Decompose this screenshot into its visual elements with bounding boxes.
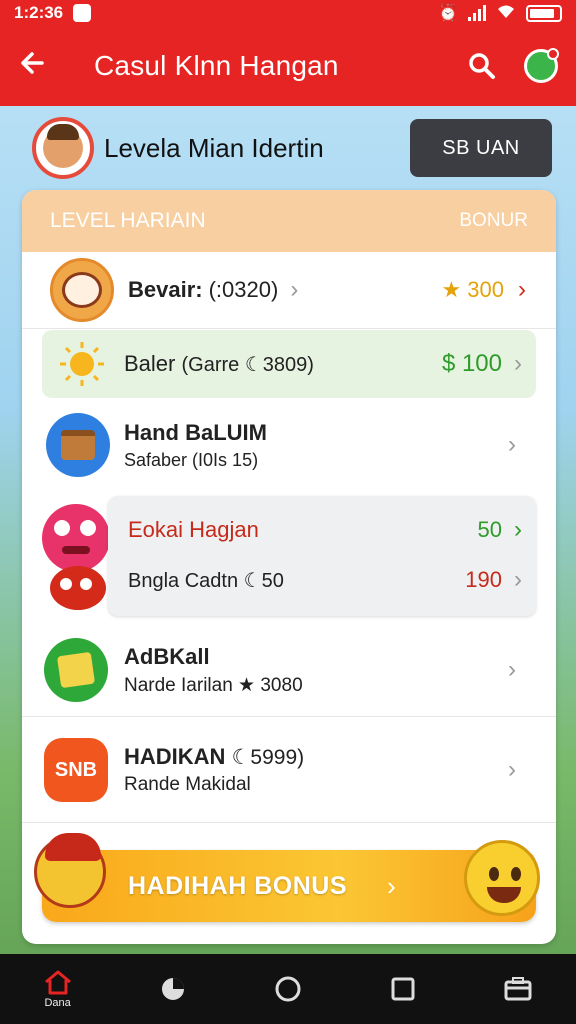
item-value: $ 100	[441, 350, 502, 377]
page-title: Casul Klnn Hangan	[94, 50, 339, 81]
chevron-right-icon: ›	[514, 566, 522, 593]
arrow-left-icon	[21, 52, 44, 74]
item-value: 50	[477, 517, 502, 542]
nav-recent[interactable]	[363, 959, 443, 1019]
chevron-right-icon: ›	[508, 656, 516, 683]
search-button[interactable]	[462, 46, 502, 86]
card-header-title: LEVEL HARIAIN	[50, 209, 206, 232]
notification-icon	[73, 4, 92, 22]
list-item[interactable]: Baler (Garre ☾3809) $ 100 ›	[42, 330, 536, 398]
item-title: Hand BaLUIM	[124, 419, 267, 445]
box-icon	[46, 413, 110, 477]
profile-name: Levela Mian Idertin	[104, 132, 324, 163]
item-title: Bevair:	[128, 277, 203, 302]
item-value: 190	[465, 567, 502, 592]
item-subtitle: Rande Makidal	[124, 774, 251, 795]
profile-row: Levela Mian Idertin SB UAN	[0, 106, 576, 190]
item-subtitle: Narde Iarilan ★ 3080	[124, 674, 303, 696]
alarm-icon: ⏰	[438, 5, 458, 22]
nav-wallet[interactable]	[478, 959, 558, 1019]
snb-icon: SNB	[44, 738, 108, 802]
nav-home-circle[interactable]	[248, 959, 328, 1019]
signal-icon	[468, 5, 486, 21]
back-button[interactable]	[18, 49, 58, 83]
nav-stats[interactable]	[133, 959, 213, 1019]
card-header: LEVEL HARIAIN BONUR	[22, 190, 556, 252]
sun-icon	[54, 336, 110, 392]
wifi-icon	[496, 3, 516, 24]
bonus-banner-label: HADIHAH BONUS	[128, 871, 347, 900]
list-item[interactable]: Hand BaLUIM Safaber (I0Is 15) ›	[22, 404, 556, 486]
item-title: Eokai Hagjan	[128, 517, 259, 542]
list-item[interactable]: AdBKall Narde Iarilan ★ 3080 ›	[22, 630, 556, 710]
item-title-text: Baler	[124, 351, 176, 376]
badge-dot	[547, 48, 559, 60]
pie-icon	[161, 978, 184, 1000]
mascot-icon	[34, 833, 106, 908]
chevron-right-icon: ›	[508, 431, 516, 458]
item-subtitle: (:0320)	[208, 277, 279, 302]
avatar[interactable]	[32, 117, 94, 179]
list-item-highlighted[interactable]: Eokai Hagjan 50 › Bngla Cadtn ☾50 190 ›	[108, 496, 536, 616]
coin-mascot-icon	[464, 840, 540, 916]
face-icon	[50, 258, 114, 322]
wallet-icon	[504, 977, 532, 1001]
profile-action-button[interactable]: SB UAN	[410, 119, 552, 177]
item-title-text: HADIKAN	[124, 744, 226, 769]
card-header-bonus: BONUR	[459, 210, 528, 231]
nav-home-label: Dana	[44, 997, 71, 1009]
chevron-right-icon: ›	[508, 756, 516, 783]
status-bar: 1:2:36 ⏰	[0, 0, 576, 26]
item-subtitle: Bngla Cadtn ☾50	[128, 569, 284, 592]
item-title: AdBKall	[124, 643, 210, 669]
item-title: Baler (Garre ☾3809)	[124, 351, 314, 377]
home-icon	[44, 970, 71, 995]
bottom-nav: Dana	[0, 954, 576, 1024]
search-icon	[469, 53, 495, 79]
bonus-banner-button[interactable]: HADIHAH BONUS ›	[42, 850, 536, 922]
item-value: ★ 300	[441, 277, 504, 302]
level-card: LEVEL HARIAIN BONUR Bevair: (:0320) › ★ …	[22, 190, 556, 944]
square-icon	[391, 977, 415, 1001]
circle-icon	[275, 976, 301, 1002]
character-icon	[42, 504, 110, 572]
item-title-extra: ☾5999)	[231, 746, 305, 769]
item-subtitle: (Garre ☾3809)	[181, 354, 314, 376]
item-title: HADIKAN ☾5999)	[124, 744, 304, 770]
money-icon	[44, 638, 108, 702]
list-item[interactable]: SNB HADIKAN ☾5999) Rande Makidal ›	[22, 730, 556, 810]
chevron-right-icon: ›	[387, 870, 396, 901]
avatar-icon[interactable]	[524, 48, 559, 83]
app-bar: Casul Klnn Hangan	[0, 26, 576, 106]
chevron-right-icon: ›	[518, 276, 526, 303]
chevron-right-icon: ›	[514, 350, 522, 377]
item-subtitle: Safaber (I0Is 15)	[124, 449, 259, 470]
list-item[interactable]: Bevair: (:0320) › ★ 300 ›	[22, 254, 556, 326]
nav-home[interactable]: Dana	[18, 959, 98, 1019]
status-time: 1:2:36	[14, 3, 64, 22]
chevron-right-icon: ›	[514, 516, 522, 543]
character-small-icon	[50, 566, 106, 610]
chevron-right-icon: ›	[290, 276, 299, 303]
battery-icon	[526, 4, 562, 22]
